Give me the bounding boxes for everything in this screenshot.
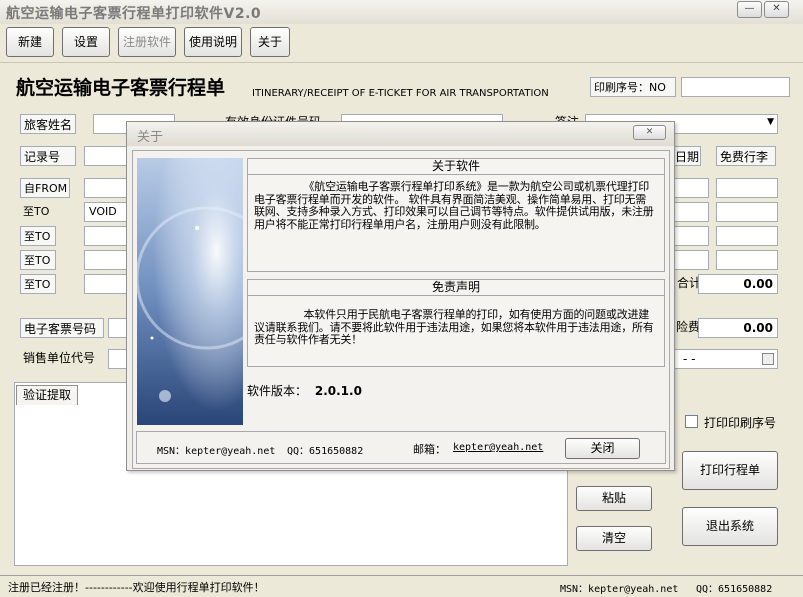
status-msn: MSN：kepter@yeah.net bbox=[560, 584, 679, 595]
dialog-close-icon[interactable]: ✕ bbox=[633, 125, 666, 140]
to-label-1: 至TO bbox=[23, 205, 50, 218]
about-button[interactable]: 关于 bbox=[250, 27, 290, 57]
passenger-name-label: 旅客姓名 bbox=[20, 114, 76, 134]
eticket-no-label: 电子客票号码 bbox=[20, 318, 104, 338]
new-button[interactable]: 新建 bbox=[6, 27, 54, 57]
date-picker-checkbox[interactable] bbox=[762, 353, 774, 365]
from-input[interactable] bbox=[84, 178, 128, 198]
status-text: 注册已经注册！------------欢迎使用行程单打印软件！ bbox=[8, 581, 265, 594]
exit-button[interactable]: 退出系统 bbox=[682, 507, 778, 546]
window-title: 航空运输电子客票行程单打印软件V2.0 bbox=[6, 6, 262, 22]
email-link[interactable]: kepter@yeah.net bbox=[453, 442, 543, 453]
version-value: 2.0.1.0 bbox=[314, 384, 362, 398]
baggage-input-4[interactable] bbox=[716, 250, 778, 270]
dialog-title: 关于 bbox=[137, 130, 164, 145]
date-picker-value: - - bbox=[683, 352, 696, 366]
to-label-3: 至TO bbox=[20, 250, 56, 270]
date-input-1[interactable] bbox=[671, 178, 709, 198]
baggage-input-2[interactable] bbox=[716, 202, 778, 222]
date-input-3[interactable] bbox=[671, 226, 709, 246]
date-label: 日期 bbox=[671, 146, 701, 166]
dialog-qq: QQ：651650882 bbox=[287, 446, 364, 457]
to-input-2[interactable] bbox=[84, 226, 128, 246]
dialog-msn: MSN：kepter@yeah.net bbox=[157, 446, 276, 457]
baggage-input-3[interactable] bbox=[716, 226, 778, 246]
to-input-4[interactable] bbox=[84, 274, 128, 294]
fee-label: 险费 bbox=[676, 320, 701, 334]
status-qq: QQ：651650882 bbox=[696, 584, 773, 595]
disclaimer-header: 免责声明 bbox=[248, 280, 664, 296]
disclaimer-section: 免责声明 本软件只用于民航电子客票行程单的打印，如有使用方面的问题或改进建议请联… bbox=[247, 279, 665, 367]
title-bar: 航空运输电子客票行程单打印软件V2.0 — ✕ bbox=[0, 0, 803, 24]
settings-button[interactable]: 设置 bbox=[62, 27, 110, 57]
help-button[interactable]: 使用说明 bbox=[184, 27, 242, 57]
space-graphic bbox=[137, 158, 243, 425]
close-window-button[interactable]: ✕ bbox=[764, 1, 789, 18]
to-input-1[interactable]: VOID bbox=[84, 202, 128, 222]
dialog-title-bar: 关于 ✕ bbox=[127, 122, 674, 146]
dialog-body: 关于软件 《航空运输电子客票行程单打印系统》是一款为航空公司或机票代理打印电子客… bbox=[132, 150, 670, 469]
register-button[interactable]: 注册软件 bbox=[118, 27, 176, 57]
total-label: 合计 bbox=[677, 276, 702, 290]
dialog-close-button[interactable]: 关闭 bbox=[565, 438, 640, 459]
about-text: 《航空运输电子客票行程单打印系统》是一款为航空公司或机票代理打印电子客票行程单而… bbox=[254, 180, 654, 231]
status-bar: 注册已经注册！------------欢迎使用行程单打印软件！ MSN：kept… bbox=[0, 575, 803, 597]
to-label-2: 至TO bbox=[20, 226, 56, 246]
print-seq-label: 打印印刷序号 bbox=[704, 416, 777, 430]
from-label: 自FROM bbox=[20, 178, 70, 198]
print-itinerary-button[interactable]: 打印行程单 bbox=[682, 451, 778, 490]
print-no-input[interactable] bbox=[681, 77, 790, 97]
total-input[interactable]: 0.00 bbox=[698, 274, 778, 294]
clear-button[interactable]: 清空 bbox=[576, 526, 652, 551]
contact-bar: MSN：kepter@yeah.net QQ：651650882 邮箱： kep… bbox=[136, 431, 666, 464]
free-baggage-label: 免费行李 bbox=[716, 146, 776, 166]
record-no-input[interactable] bbox=[84, 146, 128, 166]
minimize-button[interactable]: — bbox=[737, 1, 762, 18]
about-dialog: 关于 ✕ 关于软件 《航空运输电子客票行程单打印系统》是一款为航空公司或机票代理… bbox=[126, 121, 675, 471]
toolbar-divider bbox=[0, 62, 803, 63]
to-input-3[interactable] bbox=[84, 250, 128, 270]
version-row: 软件版本： 2.0.1.0 bbox=[247, 382, 362, 399]
print-seq-checkbox[interactable] bbox=[685, 415, 698, 428]
paste-button[interactable]: 粘贴 bbox=[576, 486, 652, 511]
baggage-input-1[interactable] bbox=[716, 178, 778, 198]
date-input-4[interactable] bbox=[671, 250, 709, 270]
chevron-down-icon: ▼ bbox=[767, 117, 774, 127]
email-label: 邮箱： bbox=[413, 443, 446, 456]
to-label-4: 至TO bbox=[20, 274, 56, 294]
date-input-2[interactable] bbox=[671, 202, 709, 222]
about-header: 关于软件 bbox=[248, 159, 664, 175]
tab-verify[interactable]: 验证提取 bbox=[16, 385, 78, 405]
fee-input[interactable]: 0.00 bbox=[698, 318, 778, 338]
record-no-label: 记录号 bbox=[20, 146, 76, 166]
print-no-label: 印刷序号：NO bbox=[590, 77, 676, 97]
about-section: 关于软件 《航空运输电子客票行程单打印系统》是一款为航空公司或机票代理打印电子客… bbox=[247, 158, 665, 272]
page-subtitle: ITINERARY/RECEIPT OF E-TICKET FOR AIR TR… bbox=[252, 88, 549, 99]
disclaimer-text: 本软件只用于民航电子客票行程单的打印，如有使用方面的问题或改进建议请联系我们。请… bbox=[254, 308, 654, 346]
date-picker[interactable]: - - bbox=[672, 349, 778, 369]
page-title: 航空运输电子客票行程单 bbox=[16, 77, 226, 99]
agent-code-label: 销售单位代号 bbox=[23, 351, 96, 365]
version-label: 软件版本： bbox=[247, 384, 308, 398]
